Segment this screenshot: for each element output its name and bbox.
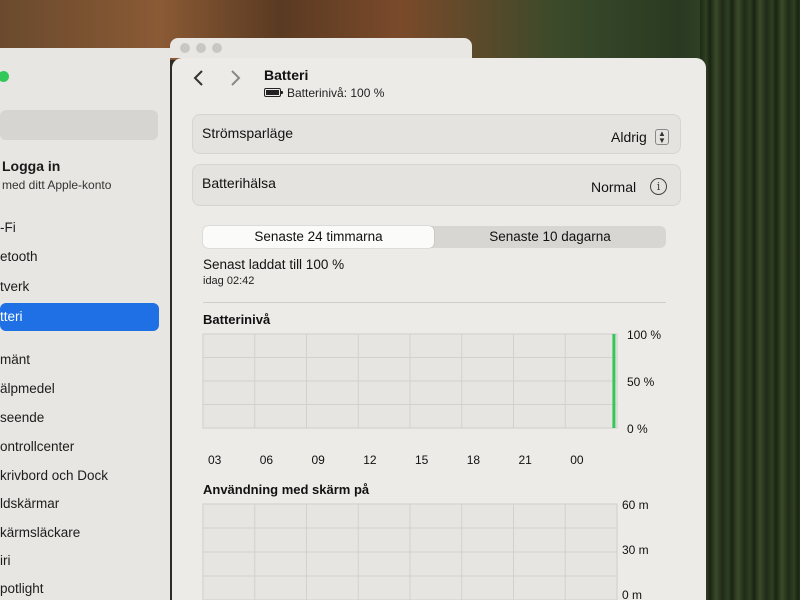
battery-chart-y-tick: 50 % — [627, 375, 655, 389]
desktop-background-trees — [700, 0, 800, 600]
battery-chart-x-tick: 09 — [312, 453, 326, 467]
sidebar-item-wifi[interactable]: -Fi — [0, 220, 16, 235]
sidebar-item-siri[interactable]: iri — [0, 553, 11, 568]
usage-chart-y-tick: 30 m — [622, 543, 649, 557]
sidebar-item-appearance[interactable]: seende — [0, 410, 44, 425]
battery-level-bar — [612, 334, 616, 428]
sidebar-item-bluetooth[interactable]: etooth — [0, 249, 38, 264]
battery-chart-x-tick: 03 — [208, 453, 222, 467]
battery-chart-x-tick: 15 — [415, 453, 429, 467]
battery-chart-x-tick: 00 — [570, 453, 584, 467]
sidebar-item-spotlight[interactable]: potlight — [0, 581, 44, 596]
sidebar-search-field[interactable] — [0, 110, 158, 140]
account-name[interactable]: Logga in — [2, 158, 60, 174]
battery-chart-y-tick: 0 % — [627, 422, 648, 436]
battery-chart-x-tick: 06 — [260, 453, 274, 467]
bg-window-minimize-dot — [196, 43, 206, 53]
sidebar-item-control-center[interactable]: ontrollcenter — [0, 439, 74, 454]
usage-chart-y-tick: 0 m — [622, 588, 642, 600]
sidebar-item-desktop-dock[interactable]: krivbord och Dock — [0, 468, 108, 483]
sidebar-item-displays[interactable]: ldskärmar — [0, 496, 59, 511]
account-subtitle: med ditt Apple-konto — [2, 178, 112, 192]
battery-chart-y-tick: 100 % — [627, 328, 661, 342]
sidebar-item-general[interactable]: mänt — [0, 352, 30, 367]
battery-settings-panel: Batteri Batterinivå: 100 % Strömsparläge… — [172, 58, 706, 600]
sidebar-item-network[interactable]: tverk — [0, 279, 29, 294]
usage-chart-y-tick: 60 m — [622, 498, 649, 512]
bg-window-zoom-dot — [212, 43, 222, 53]
battery-chart-x-tick: 12 — [363, 453, 377, 467]
sidebar-item-accessibility[interactable]: älpmedel — [0, 381, 55, 396]
sidebar-item-screensaver[interactable]: kärmsläckare — [0, 525, 80, 540]
sidebar-item-battery[interactable]: tteri — [0, 303, 159, 331]
battery-chart-x-tick: 18 — [467, 453, 481, 467]
charts-canvas: 100 % 50 % 0 % 03 06 09 12 15 18 21 00 60 m 30 m 0 m — [202, 328, 661, 600]
sidebar: Logga in med ditt Apple-konto -Fi etooth… — [0, 48, 170, 600]
bg-window-close-dot — [180, 43, 190, 53]
background-window — [170, 38, 472, 58]
battery-chart-x-tick: 21 — [519, 453, 533, 467]
